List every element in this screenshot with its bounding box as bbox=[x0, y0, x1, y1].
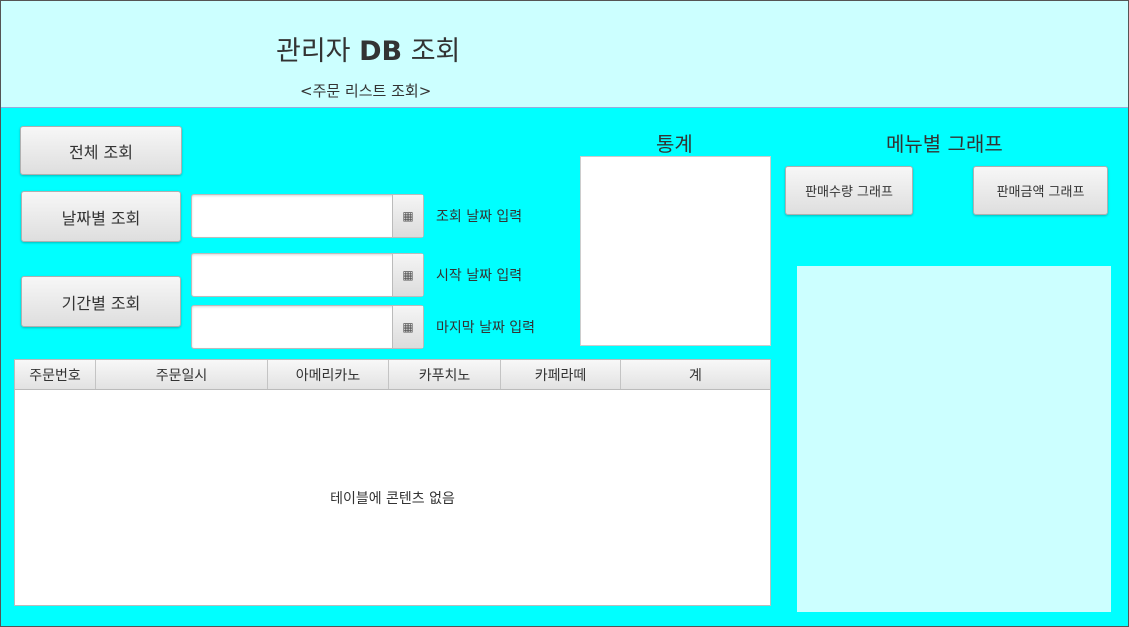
orders-table[interactable]: 주문번호 주문일시 아메리카노 카푸치노 카페라떼 계 테이블에 콘텐츠 없음 bbox=[14, 359, 771, 606]
start-date-picker[interactable]: ▦ bbox=[191, 253, 424, 297]
stats-textarea[interactable] bbox=[580, 156, 771, 346]
column-header[interactable]: 주문일시 bbox=[96, 360, 268, 389]
header: 관리자 DB 조회 <주문 리스트 조회> bbox=[1, 1, 1128, 108]
column-header[interactable]: 아메리카노 bbox=[268, 360, 389, 389]
date-query-button[interactable]: 날짜별 조회 bbox=[21, 191, 181, 242]
column-header[interactable]: 카푸치노 bbox=[389, 360, 501, 389]
all-query-button[interactable]: 전체 조회 bbox=[20, 126, 182, 175]
column-header[interactable]: 계 bbox=[621, 360, 770, 389]
query-date-picker[interactable]: ▦ bbox=[191, 194, 424, 238]
sales-amount-graph-button[interactable]: 판매금액 그래프 bbox=[973, 166, 1108, 215]
end-date-label: 마지막 날짜 입력 bbox=[436, 320, 536, 336]
column-header[interactable]: 주문번호 bbox=[15, 360, 96, 389]
start-date-label: 시작 날짜 입력 bbox=[436, 268, 523, 284]
page-title: 관리자 DB 조회 bbox=[276, 36, 461, 67]
stats-title: 통계 bbox=[656, 132, 693, 156]
table-header: 주문번호 주문일시 아메리카노 카푸치노 카페라떼 계 bbox=[15, 360, 770, 390]
calendar-icon[interactable]: ▦ bbox=[392, 195, 423, 237]
query-date-label: 조회 날짜 입력 bbox=[436, 209, 523, 225]
page-subtitle: <주문 리스트 조회> bbox=[300, 82, 432, 100]
period-query-button[interactable]: 기간별 조회 bbox=[21, 276, 181, 327]
graph-title: 메뉴별 그래프 bbox=[886, 132, 1003, 156]
sales-quantity-graph-button[interactable]: 판매수량 그래프 bbox=[785, 166, 913, 215]
app-window: 관리자 DB 조회 <주문 리스트 조회> 전체 조회 날짜별 조회 기간별 조… bbox=[0, 0, 1129, 627]
graph-area bbox=[797, 266, 1111, 612]
table-empty-placeholder: 테이블에 콘텐츠 없음 bbox=[330, 491, 455, 507]
calendar-icon[interactable]: ▦ bbox=[392, 306, 423, 348]
end-date-picker[interactable]: ▦ bbox=[191, 305, 424, 349]
calendar-icon[interactable]: ▦ bbox=[392, 254, 423, 296]
column-header[interactable]: 카페라떼 bbox=[501, 360, 621, 389]
